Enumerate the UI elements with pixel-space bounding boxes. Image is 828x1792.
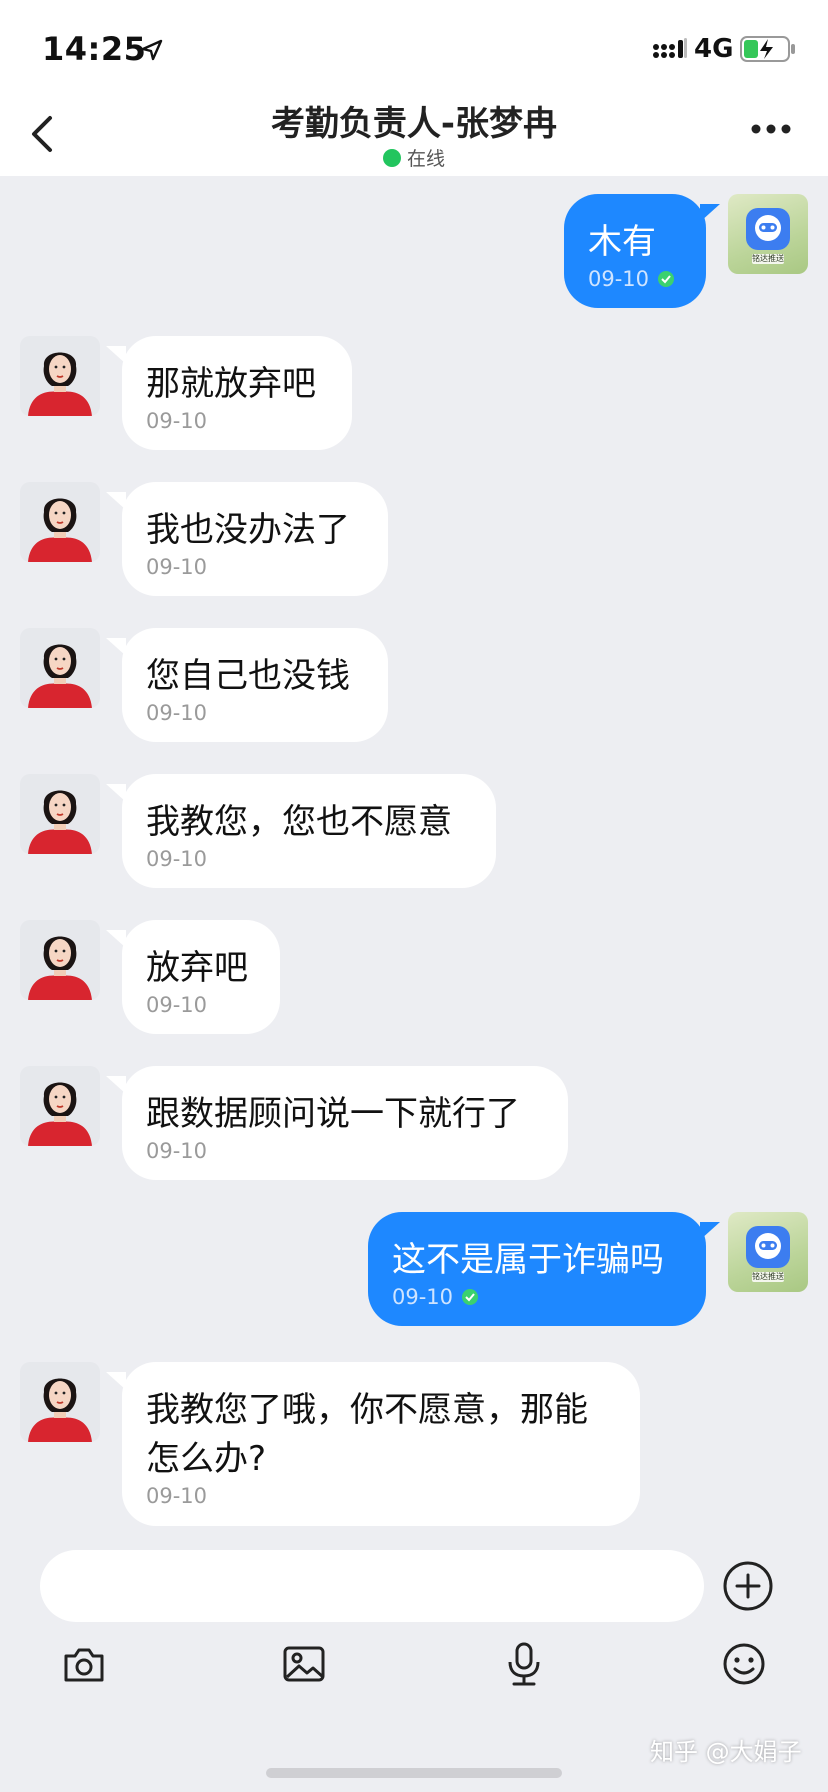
message-time-label: 09-10: [392, 1285, 454, 1309]
message-incoming: 我教您，您也不愿意 09-10: [0, 774, 828, 894]
message-incoming: 您自己也没钱 09-10: [0, 628, 828, 748]
online-status-label: 在线: [406, 148, 445, 170]
bubble-tail: [700, 1222, 720, 1240]
message-bubble[interactable]: 我教您，您也不愿意 09-10: [122, 774, 496, 888]
message-bubble[interactable]: 木有 09-10: [564, 194, 706, 308]
message-bubble[interactable]: 那就放弃吧 09-10: [122, 336, 352, 450]
message-bubble[interactable]: 我也没办法了 09-10: [122, 482, 388, 596]
camera-icon[interactable]: [60, 1640, 108, 1688]
message-text: 那就放弃吧: [146, 364, 316, 404]
message-time: 09-10: [392, 1285, 682, 1309]
message-list[interactable]: 木有 09-10 铭达推送 那就放弃吧 09-10 我也没办法了 09-10 您…: [0, 176, 828, 1546]
message-text: 这不是属于诈骗吗: [392, 1240, 664, 1280]
avatar-caption: 铭达推送: [752, 1272, 784, 1281]
message-bubble[interactable]: 您自己也没钱 09-10: [122, 628, 388, 742]
more-options-icon[interactable]: [750, 122, 792, 136]
add-attachment-icon[interactable]: [722, 1560, 774, 1612]
message-text: 我教您，您也不愿意: [146, 802, 452, 842]
chat-header: 考勤负责人-张梦冉 在线: [0, 92, 828, 176]
message-text: 跟数据顾问说一下就行了: [146, 1094, 520, 1134]
contact-avatar[interactable]: [20, 1066, 100, 1146]
battery-charging-icon: [740, 36, 795, 62]
contact-avatar[interactable]: [20, 1362, 100, 1442]
status-bar: 14:25 4G: [0, 0, 828, 92]
contact-avatar-image: [20, 336, 100, 416]
avatar-caption: 铭达推送: [752, 254, 784, 263]
message-text: 我教您了哦，你不愿意，那能 怎么办?: [146, 1390, 588, 1479]
watermark: 知乎 @大娟子: [650, 1738, 802, 1766]
message-text: 我也没办法了: [146, 510, 350, 550]
message-time: 09-10: [146, 1484, 208, 1508]
signal-icon: [653, 38, 687, 58]
app-logo-avatar[interactable]: 铭达推送: [728, 1212, 808, 1292]
contact-avatar-image: [20, 1066, 100, 1146]
contact-avatar[interactable]: [20, 336, 100, 416]
message-time: 09-10: [146, 409, 208, 433]
contact-name: 考勤负责人-张梦冉: [270, 104, 558, 144]
message-time-label: 09-10: [588, 267, 650, 291]
message-time: 09-10: [146, 847, 208, 871]
message-incoming: 跟数据顾问说一下就行了 09-10: [0, 1066, 828, 1186]
online-dot-icon: [382, 149, 401, 167]
message-incoming: 那就放弃吧 09-10: [0, 336, 828, 456]
contact-avatar[interactable]: [20, 774, 100, 854]
message-bubble[interactable]: 这不是属于诈骗吗 09-10: [368, 1212, 706, 1326]
message-bubble[interactable]: 跟数据顾问说一下就行了 09-10: [122, 1066, 568, 1180]
message-time: 09-10: [588, 267, 682, 291]
message-text: 木有: [588, 222, 656, 262]
contact-avatar-image: [20, 482, 100, 562]
message-text: 您自己也没钱: [146, 656, 350, 696]
message-outgoing: 木有 09-10 铭达推送: [0, 176, 828, 308]
image-icon[interactable]: [280, 1640, 328, 1688]
message-time: 09-10: [146, 1139, 208, 1163]
online-status: 在线: [0, 144, 828, 171]
contact-avatar-image: [20, 920, 100, 1000]
app-logo-avatar[interactable]: 铭达推送: [728, 194, 808, 274]
message-time: 09-10: [146, 555, 208, 579]
message-time: 09-10: [146, 701, 208, 725]
message-input[interactable]: [40, 1550, 704, 1622]
status-time: 14:25: [42, 30, 147, 68]
message-outgoing: 这不是属于诈骗吗 09-10 铭达推送: [0, 1212, 828, 1332]
message-bubble[interactable]: 我教您了哦，你不愿意，那能 怎么办? 09-10: [122, 1362, 640, 1526]
message-time: 09-10: [146, 993, 208, 1017]
contact-avatar[interactable]: [20, 628, 100, 708]
contact-avatar[interactable]: [20, 482, 100, 562]
read-check-icon: [658, 271, 675, 287]
network-label: 4G: [694, 34, 734, 64]
emoji-icon[interactable]: [720, 1640, 768, 1688]
home-indicator[interactable]: [266, 1768, 562, 1778]
contact-avatar-image: [20, 1362, 100, 1442]
location-arrow-icon: [141, 39, 163, 61]
message-incoming: 我教您了哦，你不愿意，那能 怎么办? 09-10: [0, 1362, 828, 1528]
message-incoming: 放弃吧 09-10: [0, 920, 828, 1040]
contact-avatar-image: [20, 628, 100, 708]
contact-avatar-image: [20, 774, 100, 854]
read-check-icon: [462, 1289, 479, 1305]
message-bubble[interactable]: 放弃吧 09-10: [122, 920, 280, 1034]
bubble-tail: [700, 204, 720, 222]
composer: 知乎 @大娟子: [0, 1546, 828, 1792]
contact-avatar[interactable]: [20, 920, 100, 1000]
message-text: 放弃吧: [146, 948, 248, 988]
message-incoming: 我也没办法了 09-10: [0, 482, 828, 602]
microphone-icon[interactable]: [500, 1640, 548, 1688]
